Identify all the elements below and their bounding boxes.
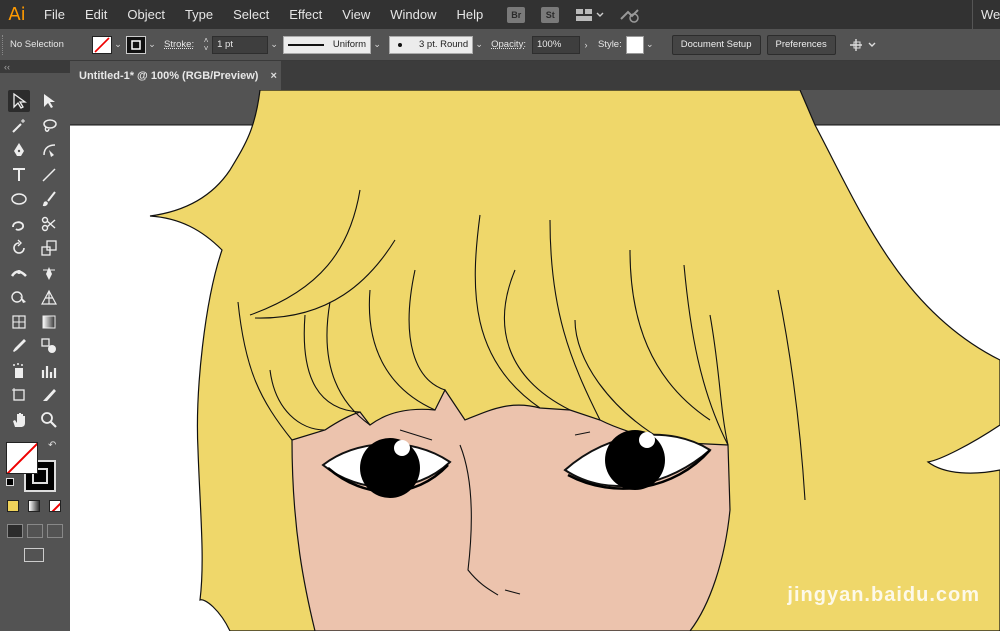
stock-button[interactable]: St <box>541 6 560 23</box>
style-dropdown-icon[interactable]: ⌄ <box>644 36 656 54</box>
draw-behind-icon[interactable] <box>27 524 43 538</box>
menu-edit[interactable]: Edit <box>75 0 117 29</box>
menu-file[interactable]: File <box>34 0 75 29</box>
width-tool-icon[interactable] <box>8 262 30 284</box>
opacity-field[interactable]: 100% <box>531 35 580 54</box>
symbol-sprayer-tool-icon[interactable] <box>8 360 30 382</box>
menu-view[interactable]: View <box>332 0 380 29</box>
none-mode-icon[interactable] <box>49 500 61 512</box>
hand-tool-icon[interactable] <box>8 409 30 431</box>
toolbar-collapse-handle[interactable]: ‹‹ <box>0 61 70 73</box>
type-tool-icon[interactable] <box>8 164 30 186</box>
gradient-tool-icon[interactable] <box>38 311 60 333</box>
brush-dot-icon <box>398 42 403 47</box>
document-setup-button[interactable]: Document Setup <box>671 34 761 55</box>
selection-status: No Selection <box>10 39 64 50</box>
document-tab-title: Untitled-1* @ 100% (RGB/Preview) <box>79 69 259 82</box>
stroke-weight-dropdown-icon[interactable]: ⌄ <box>268 36 280 54</box>
variable-width-profile[interactable]: Uniform <box>283 35 372 54</box>
magic-wand-tool-icon[interactable] <box>8 115 30 137</box>
scale-tool-icon[interactable] <box>38 237 60 259</box>
stroke-dropdown-icon[interactable]: ⌄ <box>146 36 158 54</box>
stroke-label[interactable]: Stroke: <box>164 35 194 55</box>
shape-builder-tool-icon[interactable] <box>8 286 30 308</box>
brush-dropdown-icon[interactable]: ⌄ <box>473 36 485 54</box>
mesh-tool-icon[interactable] <box>8 311 30 333</box>
ellipse-tool-icon[interactable] <box>8 188 30 210</box>
puppet-warp-tool-icon[interactable] <box>38 262 60 284</box>
direct-selection-tool-icon[interactable] <box>38 90 60 112</box>
gradient-mode-icon[interactable] <box>28 500 40 512</box>
perspective-grid-tool-icon[interactable] <box>38 286 60 308</box>
arrange-documents-icon[interactable] <box>575 8 605 22</box>
bridge-button[interactable]: Br <box>507 6 526 23</box>
brush-definition[interactable]: 3 pt. Round <box>389 35 474 54</box>
fill-dropdown-icon[interactable]: ⌄ <box>112 36 124 54</box>
tools-panel: ↶ <box>0 86 70 631</box>
gpu-performance-icon[interactable] <box>619 7 641 23</box>
color-mode-buttons <box>7 500 61 512</box>
draw-inside-icon[interactable] <box>47 524 63 538</box>
zoom-tool-icon[interactable] <box>38 409 60 431</box>
rotate-tool-icon[interactable] <box>8 237 30 259</box>
fill-color-box[interactable] <box>6 442 38 474</box>
profile-dropdown-icon[interactable]: ⌄ <box>371 36 383 54</box>
line-segment-tool-icon[interactable] <box>38 164 60 186</box>
eyedropper-tool-icon[interactable] <box>8 335 30 357</box>
profile-line-icon <box>288 43 325 46</box>
stroke-weight-field[interactable]: 1 pt <box>212 35 269 54</box>
style-label: Style: <box>597 39 622 50</box>
artboard-tool-icon[interactable] <box>8 384 30 406</box>
document-tab-bar: Untitled-1* @ 100% (RGB/Preview) × <box>70 61 1000 90</box>
selection-tool-icon[interactable] <box>8 90 30 112</box>
slice-tool-icon[interactable] <box>38 384 60 406</box>
swap-fill-stroke-icon[interactable]: ↶ <box>48 440 56 451</box>
opacity-label[interactable]: Opacity: <box>491 35 526 55</box>
menu-object[interactable]: Object <box>117 0 175 29</box>
paintbrush-tool-icon[interactable] <box>38 188 60 210</box>
scissors-tool-icon[interactable] <box>38 213 60 235</box>
menu-window[interactable]: Window <box>380 0 446 29</box>
artwork[interactable] <box>70 90 1000 631</box>
menu-type[interactable]: Type <box>175 0 223 29</box>
arrange-panel-icon[interactable] <box>848 35 878 55</box>
menu-select[interactable]: Select <box>223 0 279 29</box>
opacity-arrow-icon[interactable]: › <box>580 36 592 54</box>
pen-tool-icon[interactable] <box>8 139 30 161</box>
menu-help[interactable]: Help <box>446 0 493 29</box>
column-graph-tool-icon[interactable] <box>38 360 60 382</box>
lasso-tool-icon[interactable] <box>38 115 60 137</box>
default-fill-stroke-icon[interactable] <box>6 478 14 486</box>
close-tab-icon[interactable]: × <box>270 70 276 82</box>
menu-effect[interactable]: Effect <box>279 0 332 29</box>
stroke-swatch[interactable] <box>126 35 146 54</box>
menu-bar: Ai File Edit Object Type Select Effect V… <box>0 0 1000 29</box>
control-bar: No Selection ⌄ ⌄ Stroke: ˄ ˅ 1 pt ⌄ Unifo… <box>0 29 1000 61</box>
fill-swatch[interactable] <box>92 35 112 54</box>
preferences-button[interactable]: Preferences <box>766 34 836 55</box>
shaper-tool-icon[interactable] <box>8 213 30 235</box>
color-mode-icon[interactable] <box>7 500 19 512</box>
graphic-style-swatch[interactable] <box>625 35 644 54</box>
document-tab[interactable]: Untitled-1* @ 100% (RGB/Preview) × <box>70 61 281 90</box>
fill-stroke-swatches[interactable]: ↶ <box>6 440 62 492</box>
screen-mode-icon[interactable] <box>24 548 44 562</box>
stroke-stepper-icon[interactable]: ˄ ˅ <box>200 36 212 54</box>
workspace-switcher[interactable]: Web <box>972 0 1000 29</box>
grip-icon <box>2 34 10 55</box>
drawing-modes <box>7 524 63 538</box>
canvas-area[interactable]: jingyan.baidu.com <box>70 90 1000 631</box>
draw-normal-icon[interactable] <box>7 524 23 538</box>
watermark: jingyan.baidu.com <box>787 584 980 606</box>
curvature-tool-icon[interactable] <box>38 139 60 161</box>
blend-tool-icon[interactable] <box>38 335 60 357</box>
illustrator-logo: Ai <box>8 4 26 25</box>
